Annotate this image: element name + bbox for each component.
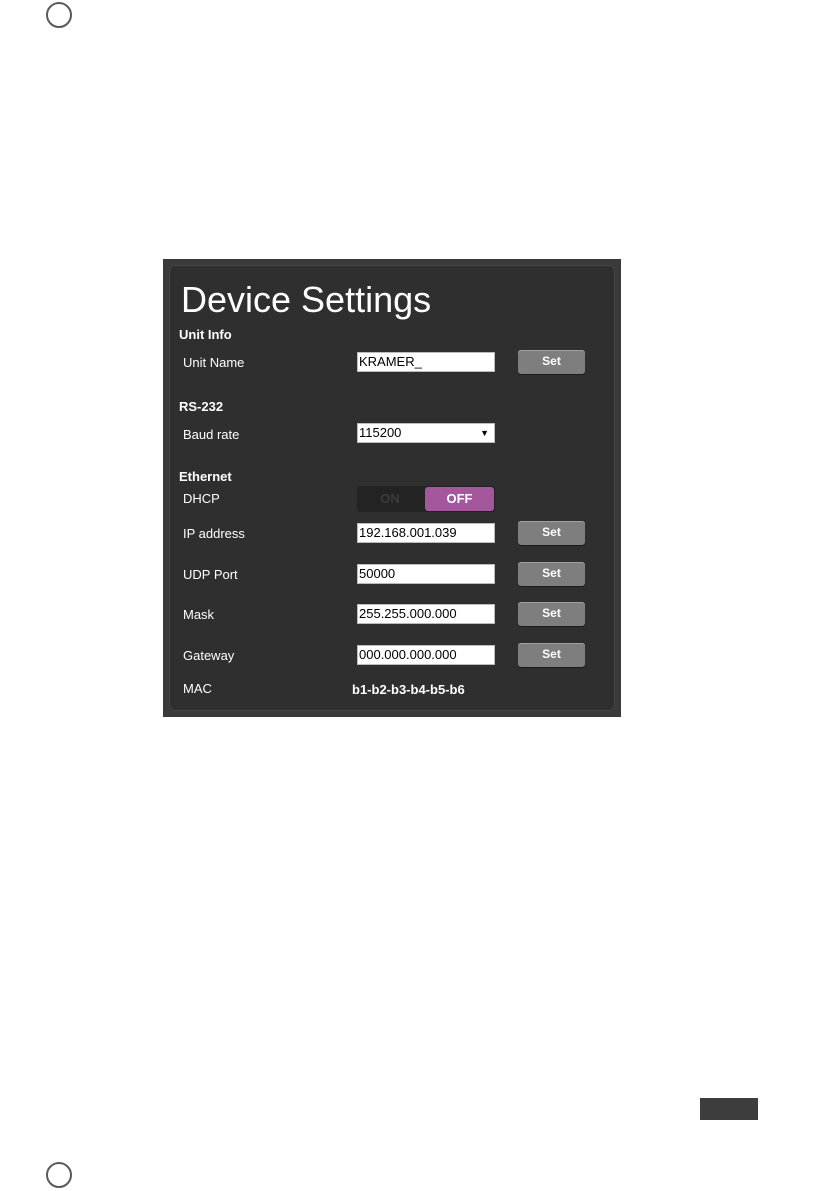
udp-port-input[interactable]: 50000 (357, 564, 495, 584)
baud-rate-label: Baud rate (183, 427, 240, 442)
page-title: Device Settings (181, 279, 432, 320)
udp-port-set-button[interactable]: Set (518, 562, 585, 586)
page-number-box (700, 1098, 758, 1120)
gateway-label: Gateway (183, 648, 235, 663)
mac-value: b1-b2-b3-b4-b5-b6 (352, 682, 465, 697)
gateway-input[interactable]: 000.000.000.000 (357, 645, 495, 665)
dhcp-label: DHCP (183, 491, 220, 506)
section-rs232: RS-232 (179, 399, 224, 414)
dhcp-on-option[interactable]: ON (357, 486, 423, 512)
device-settings-panel: Device Settings Unit Info Unit Name KRAM… (163, 259, 621, 717)
baud-rate-select[interactable]: 115200 ▼ (357, 423, 495, 443)
section-unit-info: Unit Info (179, 327, 232, 342)
ip-address-label: IP address (183, 526, 245, 541)
mask-input[interactable]: 255.255.000.000 (357, 604, 495, 624)
dhcp-off-option[interactable]: OFF (425, 487, 494, 511)
ip-address-set-button[interactable]: Set (518, 521, 585, 545)
dhcp-toggle[interactable]: ON OFF (357, 486, 495, 512)
gateway-set-button[interactable]: Set (518, 643, 585, 667)
unit-name-set-button[interactable]: Set (518, 350, 585, 374)
mac-label: MAC (183, 681, 212, 696)
udp-port-label: UDP Port (183, 567, 238, 582)
binder-hole (46, 1162, 72, 1188)
dropdown-arrow-icon: ▼ (480, 428, 489, 438)
ip-address-input[interactable]: 192.168.001.039 (357, 523, 495, 543)
section-ethernet: Ethernet (179, 469, 232, 484)
mask-label: Mask (183, 607, 215, 622)
unit-name-input[interactable]: KRAMER_ (357, 352, 495, 372)
baud-rate-value: 115200 (359, 425, 402, 440)
unit-name-label: Unit Name (183, 355, 245, 370)
binder-hole (46, 2, 72, 28)
mask-set-button[interactable]: Set (518, 602, 585, 626)
